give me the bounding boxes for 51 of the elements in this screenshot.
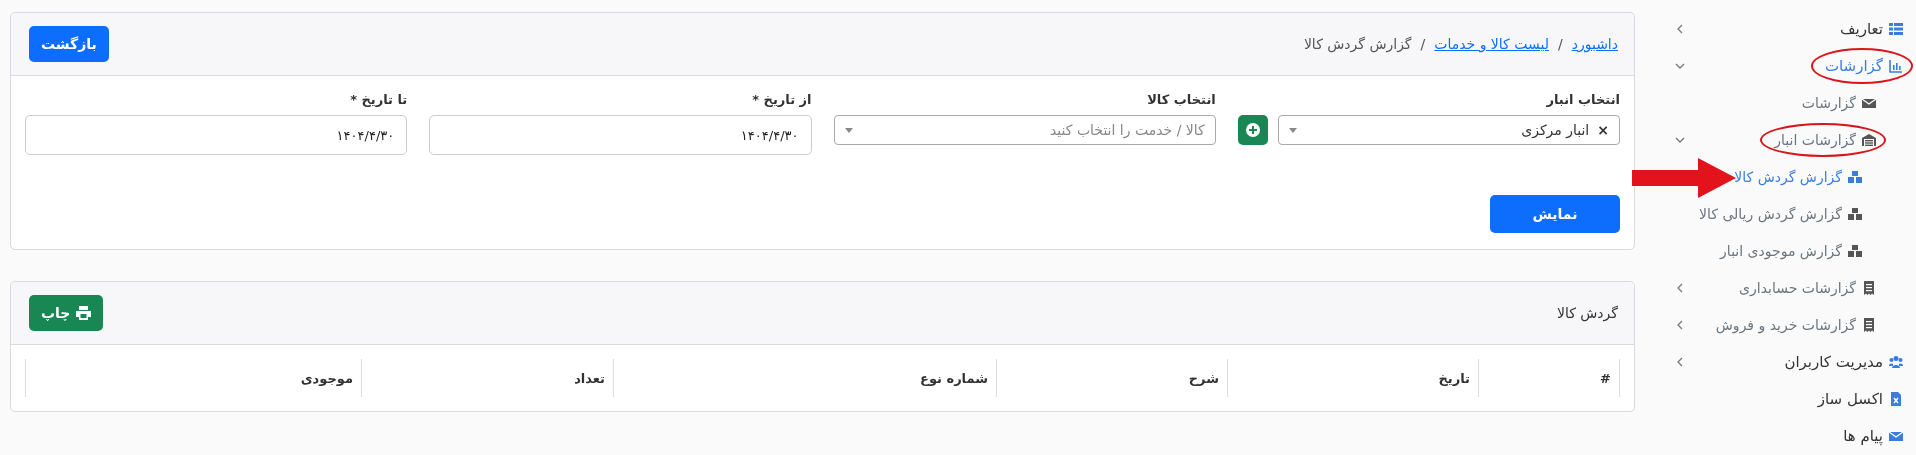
back-button[interactable]: بازگشت [29, 26, 109, 62]
date-field[interactable]: ۱۴۰۴/۴/۳۰ [25, 115, 408, 155]
sidebar-item[interactable]: گزارش گردش ریالی کالا [1699, 205, 1842, 222]
warehouse-icon [1862, 132, 1876, 147]
add-button[interactable] [1237, 115, 1268, 145]
caret-icon [1288, 127, 1297, 133]
list-icon [1889, 21, 1903, 36]
boxes-icon [1848, 206, 1862, 221]
column-header: شرح [996, 359, 1228, 397]
users-icon [1889, 354, 1903, 369]
boxes-icon [1848, 169, 1862, 184]
sidebar-item[interactable]: اکسل ساز [1817, 389, 1883, 408]
sidebar-item[interactable]: گزارشات حسابداری [1739, 279, 1856, 296]
receipt-icon [1862, 280, 1876, 295]
excel-file-icon [1889, 391, 1903, 406]
column-header: موجودی [25, 359, 362, 397]
date-field[interactable]: ۱۴۰۴/۴/۳۰ [429, 115, 812, 155]
plus-icon [1244, 122, 1261, 138]
sidebar-item[interactable]: پیام ها [1843, 426, 1883, 445]
card-title: گردش کالا [1556, 305, 1618, 321]
chart-icon [1889, 58, 1903, 73]
show-button[interactable]: نمایش [1490, 195, 1620, 233]
column-header: # [1478, 359, 1620, 397]
sidebar-item[interactable]: گزارشات [1801, 94, 1856, 111]
breadcrumb-current: گزارش گردش کالا [1303, 36, 1412, 52]
receipt-icon [1862, 317, 1876, 332]
breadcrumb-separator: / [1557, 36, 1563, 52]
sidebar-item[interactable]: مدیریت کاربران [1784, 352, 1883, 371]
field-label: انتخاب انبار [1545, 92, 1620, 107]
column-header: شماره نوع [613, 359, 997, 397]
select-field[interactable]: کالا / خدمت را انتخاب کنید [833, 115, 1216, 145]
select-field[interactable]: × انبار مرکزی [1277, 115, 1620, 145]
field-label: انتخاب کالا [1146, 92, 1216, 107]
column-header: تعداد [361, 359, 614, 397]
sidebar-item[interactable]: گزارشات [1824, 56, 1883, 75]
sidebar-item[interactable]: گزارش گردش کالا [1734, 168, 1842, 185]
sidebar-item[interactable]: گزارشات خرید و فروش [1715, 316, 1856, 333]
print-button[interactable]: چاپ [29, 295, 104, 331]
field-label: از تاریخ * [751, 92, 812, 107]
field-label: تا تاریخ * [349, 92, 408, 107]
breadcrumb-link[interactable]: لیست کالا و خدمات [1434, 36, 1549, 52]
sidebar-item[interactable]: گزارشات انبار [1774, 131, 1856, 148]
column-header: تاریخ [1227, 359, 1479, 397]
breadcrumb-separator: / [1420, 36, 1426, 52]
breadcrumb-link[interactable]: داشبورد [1571, 36, 1618, 52]
clear-icon[interactable]: × [1597, 122, 1609, 138]
printer-icon [76, 306, 92, 320]
sidebar-item[interactable]: تعاریف [1840, 19, 1883, 38]
sidebar-item[interactable]: گزارش موجودی انبار [1720, 242, 1842, 259]
caret-icon [844, 127, 853, 133]
boxes-icon [1848, 243, 1862, 258]
